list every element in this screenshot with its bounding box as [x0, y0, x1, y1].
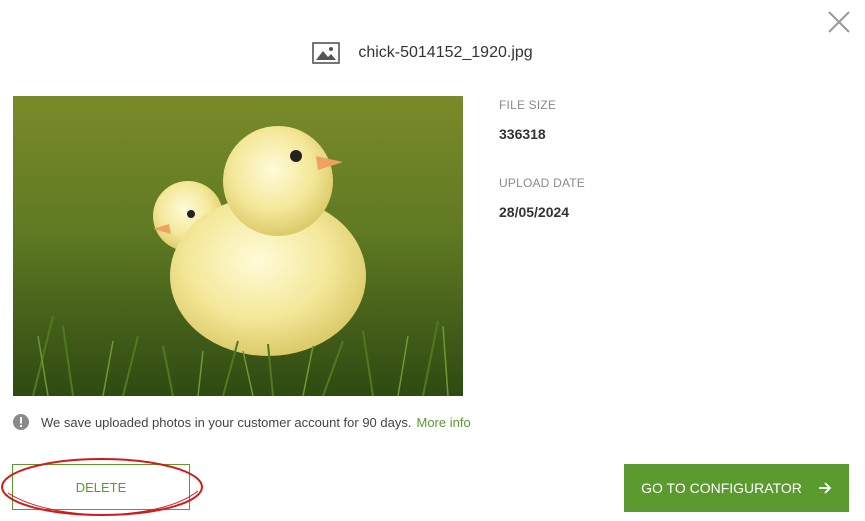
close-icon [828, 11, 850, 33]
file-size-label: FILE SIZE [499, 98, 557, 112]
arrow-right-icon [818, 482, 832, 494]
retention-notice: We save uploaded photos in your customer… [13, 412, 471, 432]
notice-text: We save uploaded photos in your customer… [41, 414, 412, 430]
file-size-value: 336318 [499, 126, 546, 142]
photo-preview [13, 96, 463, 396]
dialog-title: chick-5014152_1920.jpg [0, 38, 865, 68]
upload-date-label: UPLOAD DATE [499, 176, 585, 190]
configurator-button-label: GO TO CONFIGURATOR [641, 480, 802, 496]
file-name: chick-5014152_1920.jpg [358, 44, 533, 61]
delete-button[interactable]: DELETE [12, 464, 190, 510]
info-icon [13, 414, 29, 430]
delete-button-label: DELETE [75, 479, 127, 495]
more-info-link[interactable]: More info [416, 415, 470, 430]
upload-date-value: 28/05/2024 [499, 204, 570, 220]
file-details: FILE SIZE 336318 UPLOAD DATE 28/05/2024 [499, 98, 585, 220]
image-icon [312, 42, 341, 64]
close-button[interactable] [826, 9, 852, 35]
go-to-configurator-button[interactable]: GO TO CONFIGURATOR [624, 464, 849, 512]
